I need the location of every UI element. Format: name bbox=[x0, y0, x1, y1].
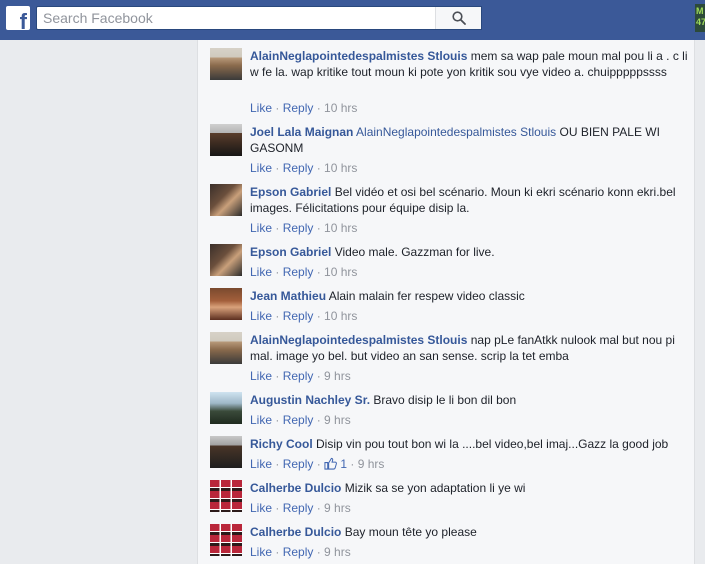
like-count[interactable]: 1 bbox=[324, 457, 347, 471]
comment-time[interactable]: 9 hrs bbox=[324, 369, 351, 383]
like-link[interactable]: Like bbox=[250, 265, 272, 279]
comment-text: Mizik sa se yon adaptation li ye wi bbox=[344, 481, 526, 495]
comment-body: Jean Mathieu Alain malain fer respew vid… bbox=[250, 288, 690, 304]
comment-actions: Like · Reply · 9 hrs bbox=[250, 545, 351, 559]
reply-link[interactable]: Reply bbox=[283, 457, 314, 471]
comment-item: Calherbe Dulcio Mizik sa se yon adaptati… bbox=[210, 480, 690, 515]
comments-panel: AlainNeglapointedespalmistes Stlouis mem… bbox=[197, 40, 695, 564]
search-input[interactable] bbox=[37, 7, 437, 29]
comment-item: Epson Gabriel Bel vidéo et osi bel scéna… bbox=[210, 184, 690, 235]
reply-link[interactable]: Reply bbox=[283, 413, 314, 427]
reply-link[interactable]: Reply bbox=[283, 101, 314, 115]
comment-time[interactable]: 9 hrs bbox=[324, 545, 351, 559]
like-link[interactable]: Like bbox=[250, 501, 272, 515]
reply-link[interactable]: Reply bbox=[283, 221, 314, 235]
comment-author[interactable]: Calherbe Dulcio bbox=[250, 525, 341, 539]
comment-author[interactable]: Epson Gabriel bbox=[250, 185, 331, 199]
comment-item: AlainNeglapointedespalmistes Stlouis mem… bbox=[210, 48, 690, 115]
like-link[interactable]: Like bbox=[250, 309, 272, 323]
comment-item: AlainNeglapointedespalmistes Stlouis nap… bbox=[210, 332, 690, 383]
comment-body: Augustin Nachley Sr. Bravo disip le li b… bbox=[250, 392, 690, 408]
comment-time[interactable]: 9 hrs bbox=[324, 501, 351, 515]
comment-item: Joel Lala Maignan AlainNeglapointedespal… bbox=[210, 124, 690, 175]
comment-actions: Like · Reply · 10 hrs bbox=[250, 265, 358, 279]
comment-author[interactable]: Richy Cool bbox=[250, 437, 313, 451]
avatar[interactable] bbox=[210, 392, 242, 424]
comment-author[interactable]: AlainNeglapointedespalmistes Stlouis bbox=[250, 49, 467, 63]
comment-item: Richy Cool Disip vin pou tout bon wi la … bbox=[210, 436, 690, 471]
comment-time[interactable]: 9 hrs bbox=[324, 413, 351, 427]
comment-body: Joel Lala Maignan AlainNeglapointedespal… bbox=[250, 124, 690, 156]
comment-body: AlainNeglapointedespalmistes Stlouis nap… bbox=[250, 332, 690, 364]
avatar[interactable] bbox=[210, 436, 242, 468]
comment-actions: Like · Reply · 10 hrs bbox=[250, 161, 358, 175]
comment-author[interactable]: Joel Lala Maignan bbox=[250, 125, 353, 139]
like-link[interactable]: Like bbox=[250, 101, 272, 115]
comment-actions: Like · Reply · 10 hrs bbox=[250, 309, 358, 323]
top-bar: f M 47 bbox=[0, 0, 705, 40]
avatar[interactable] bbox=[210, 480, 242, 512]
comment-actions: Like · Reply · 9 hrs bbox=[250, 413, 351, 427]
comment-text: Bravo disip le li bon dil bon bbox=[373, 393, 517, 407]
avatar[interactable] bbox=[210, 244, 242, 276]
avatar[interactable] bbox=[210, 124, 242, 156]
comment-time[interactable]: 10 hrs bbox=[324, 101, 357, 115]
search-button[interactable] bbox=[435, 7, 481, 29]
comment-author[interactable]: Augustin Nachley Sr. bbox=[250, 393, 370, 407]
comment-time[interactable]: 10 hrs bbox=[324, 221, 357, 235]
comment-actions: Like · Reply · 10 hrs bbox=[250, 101, 358, 115]
like-link[interactable]: Like bbox=[250, 545, 272, 559]
comment-text: Alain malain fer respew video classic bbox=[328, 289, 525, 303]
comment-time[interactable]: 10 hrs bbox=[324, 309, 357, 323]
comment-actions: Like · Reply · 9 hrs bbox=[250, 501, 351, 515]
comment-item: Epson Gabriel Video male. Gazzman for li… bbox=[210, 244, 690, 279]
search-box bbox=[36, 6, 482, 30]
comment-time[interactable]: 10 hrs bbox=[324, 265, 357, 279]
comment-text: Bay moun tête yo please bbox=[344, 525, 477, 539]
avatar[interactable] bbox=[210, 288, 242, 320]
comment-item: Calherbe Dulcio Bay moun tête yo please … bbox=[210, 524, 690, 559]
avatar[interactable] bbox=[210, 524, 242, 556]
comment-text: Video male. Gazzman for live. bbox=[334, 245, 495, 259]
like-link[interactable]: Like bbox=[250, 369, 272, 383]
comment-body: Calherbe Dulcio Mizik sa se yon adaptati… bbox=[250, 480, 690, 496]
reply-link[interactable]: Reply bbox=[283, 309, 314, 323]
like-link[interactable]: Like bbox=[250, 457, 272, 471]
profile-thumbnail[interactable]: M 47 bbox=[695, 4, 705, 32]
reply-link[interactable]: Reply bbox=[283, 265, 314, 279]
like-link[interactable]: Like bbox=[250, 221, 272, 235]
comment-actions: Like · Reply · 10 hrs bbox=[250, 221, 358, 235]
comment-body: Richy Cool Disip vin pou tout bon wi la … bbox=[250, 436, 690, 452]
avatar[interactable] bbox=[210, 184, 242, 216]
comment-body: AlainNeglapointedespalmistes Stlouis mem… bbox=[250, 48, 690, 80]
comment-body: Calherbe Dulcio Bay moun tête yo please bbox=[250, 524, 690, 540]
thumbs-up-icon bbox=[324, 457, 337, 470]
comment-time[interactable]: 10 hrs bbox=[324, 161, 357, 175]
comment-mention[interactable]: AlainNeglapointedespalmistes Stlouis bbox=[356, 125, 556, 139]
avatar[interactable] bbox=[210, 332, 242, 364]
comment-body: Epson Gabriel Bel vidéo et osi bel scéna… bbox=[250, 184, 690, 216]
search-icon bbox=[452, 11, 466, 25]
comment-author[interactable]: Epson Gabriel bbox=[250, 245, 331, 259]
reply-link[interactable]: Reply bbox=[283, 501, 314, 515]
comment-author[interactable]: AlainNeglapointedespalmistes Stlouis bbox=[250, 333, 467, 347]
like-link[interactable]: Like bbox=[250, 413, 272, 427]
comment-body: Epson Gabriel Video male. Gazzman for li… bbox=[250, 244, 690, 260]
comment-text: Disip vin pou tout bon wi la ....bel vid… bbox=[316, 437, 669, 451]
reply-link[interactable]: Reply bbox=[283, 161, 314, 175]
facebook-logo-icon[interactable]: f bbox=[6, 6, 30, 30]
comment-author[interactable]: Jean Mathieu bbox=[250, 289, 326, 303]
avatar[interactable] bbox=[210, 48, 242, 80]
comment-time[interactable]: 9 hrs bbox=[358, 457, 385, 471]
reply-link[interactable]: Reply bbox=[283, 545, 314, 559]
reply-link[interactable]: Reply bbox=[283, 369, 314, 383]
like-link[interactable]: Like bbox=[250, 161, 272, 175]
comment-actions: Like · Reply · 1 · 9 hrs bbox=[250, 457, 385, 471]
comment-author[interactable]: Calherbe Dulcio bbox=[250, 481, 341, 495]
comment-item: Jean Mathieu Alain malain fer respew vid… bbox=[210, 288, 690, 323]
like-count-value: 1 bbox=[340, 457, 348, 471]
comment-actions: Like · Reply · 9 hrs bbox=[250, 369, 351, 383]
comment-item: Augustin Nachley Sr. Bravo disip le li b… bbox=[210, 392, 690, 427]
